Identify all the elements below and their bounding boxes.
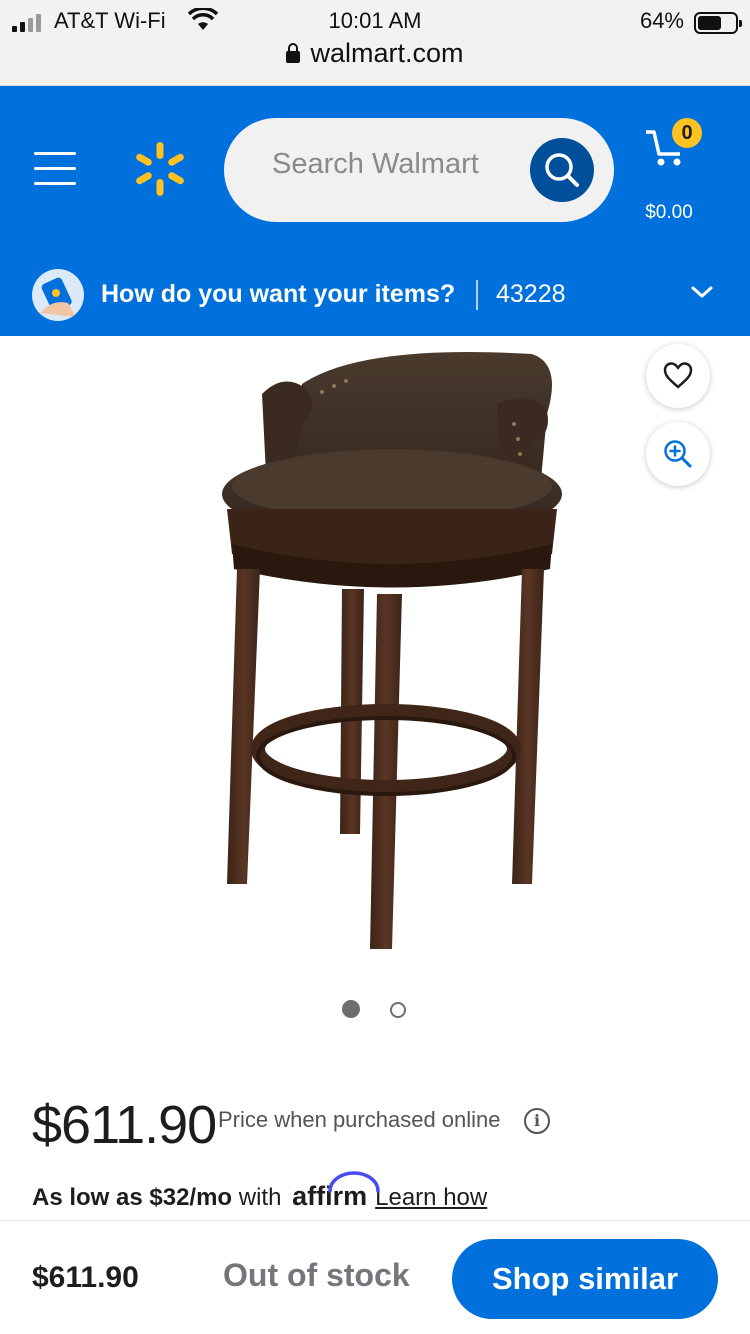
battery-percent: 64% [639, 8, 684, 33]
clock: 10:01 AM [328, 8, 422, 33]
price-note: Price when purchased online [218, 1107, 501, 1132]
address-bar[interactable]: walmart.com [0, 38, 750, 69]
bar-stool-image [222, 352, 562, 949]
search-icon [545, 153, 579, 187]
sticky-price: $611.90 [32, 1261, 139, 1294]
delivery-selector[interactable]: How do you want your items? 43228 [0, 264, 750, 336]
status-bar: AT&T Wi-Fi 10:01 AM 64% walmart.com [0, 0, 750, 86]
monthly-payment-text: As low as $32/mo [32, 1184, 233, 1211]
learn-how-link[interactable]: Learn how [375, 1184, 487, 1211]
affirm-with-text: with [238, 1184, 282, 1211]
delivery-question: How do you want your items? [101, 280, 456, 308]
cart-count-badge: 0 [672, 118, 702, 148]
chevron-down-icon [691, 286, 713, 298]
menu-icon[interactable] [34, 152, 78, 188]
product-image[interactable] [32, 344, 718, 964]
affirm-financing: As low as $32/mo with affirm Learn how [32, 1171, 487, 1212]
cart-total: $0.00 [645, 202, 693, 223]
affirm-logo: affirm [292, 1171, 380, 1211]
zoom-image-button[interactable] [646, 422, 710, 486]
zoom-in-icon [664, 440, 692, 468]
battery-icon [694, 12, 742, 34]
cart-button[interactable]: 0 $0.00 [638, 114, 718, 223]
carousel-dot-1[interactable] [342, 1000, 360, 1018]
product-price: $611.90 [32, 1095, 217, 1155]
sticky-add-to-cart-bar: $611.90 Out of stock Shop similar [0, 1220, 750, 1334]
carousel-dot-2[interactable] [390, 1002, 406, 1018]
info-icon[interactable]: i [524, 1108, 550, 1134]
search-button[interactable] [530, 138, 594, 202]
heart-icon [663, 362, 693, 389]
walmart-spark-logo[interactable] [132, 141, 188, 197]
stock-status: Out of stock [223, 1257, 410, 1293]
divider [476, 280, 478, 310]
search-bar [224, 118, 614, 222]
carousel-indicators [0, 1000, 750, 1020]
shop-similar-button[interactable]: Shop similar [452, 1239, 718, 1319]
zip-code: 43228 [496, 280, 566, 308]
lock-icon [286, 43, 301, 63]
affirm-arc-icon [328, 1171, 380, 1193]
search-input[interactable] [272, 148, 512, 181]
add-to-favorites-button[interactable] [646, 344, 710, 408]
phone-in-hand-icon [32, 269, 84, 321]
url-text: walmart.com [310, 38, 464, 68]
site-header: 0 $0.00 How do you want your items? 4322… [0, 86, 750, 336]
